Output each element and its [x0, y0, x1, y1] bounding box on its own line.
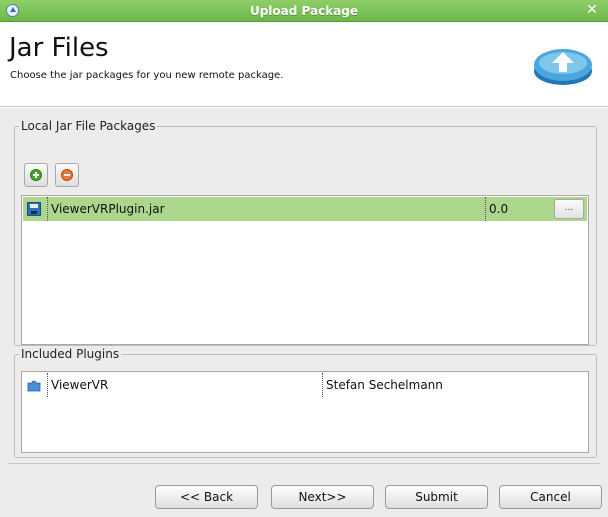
remove-icon [61, 169, 73, 181]
remove-jar-button[interactable] [55, 163, 79, 187]
plugin-icon [27, 380, 41, 392]
plugin-name: ViewerVR [47, 373, 322, 397]
jar-table[interactable]: ViewerVRPlugin.jar 0.0 ... [21, 195, 589, 345]
window-title: Upload Package [249, 4, 359, 18]
included-plugins-group: Included Plugins ViewerVR Stefan Sechelm… [14, 347, 597, 458]
add-jar-button[interactable] [24, 163, 48, 187]
jar-file-icon [27, 202, 41, 216]
jar-options-button[interactable]: ... [554, 199, 584, 219]
footer-divider [8, 463, 600, 464]
local-jar-legend: Local Jar File Packages [19, 119, 158, 133]
title-bar: Upload Package ✕ [0, 0, 608, 22]
cancel-button[interactable]: Cancel [499, 485, 602, 509]
close-icon[interactable]: ✕ [584, 2, 600, 18]
page-subtitle: Choose the jar packages for you new remo… [10, 70, 284, 81]
jar-row[interactable]: ViewerVRPlugin.jar 0.0 ... [23, 197, 587, 221]
jar-name: ViewerVRPlugin.jar [47, 197, 485, 221]
plugins-table[interactable]: ViewerVR Stefan Sechelmann [21, 371, 589, 453]
upload-icon [534, 49, 592, 85]
local-jar-group: Local Jar File Packages ViewerVRPlugin.j… [14, 119, 597, 346]
plugin-author: Stefan Sechelmann [322, 373, 587, 397]
submit-button[interactable]: Submit [385, 485, 488, 509]
back-button[interactable]: << Back [155, 485, 258, 509]
included-plugins-legend: Included Plugins [19, 347, 122, 361]
jar-version: 0.0 [485, 197, 553, 221]
add-icon [30, 169, 42, 181]
plugin-row[interactable]: ViewerVR Stefan Sechelmann [23, 373, 587, 397]
wizard-header: Jar Files Choose the jar packages for yo… [0, 23, 608, 107]
wizard-content: Local Jar File Packages ViewerVRPlugin.j… [0, 108, 608, 517]
next-button[interactable]: Next>> [271, 485, 374, 509]
page-title: Jar Files [9, 33, 109, 63]
